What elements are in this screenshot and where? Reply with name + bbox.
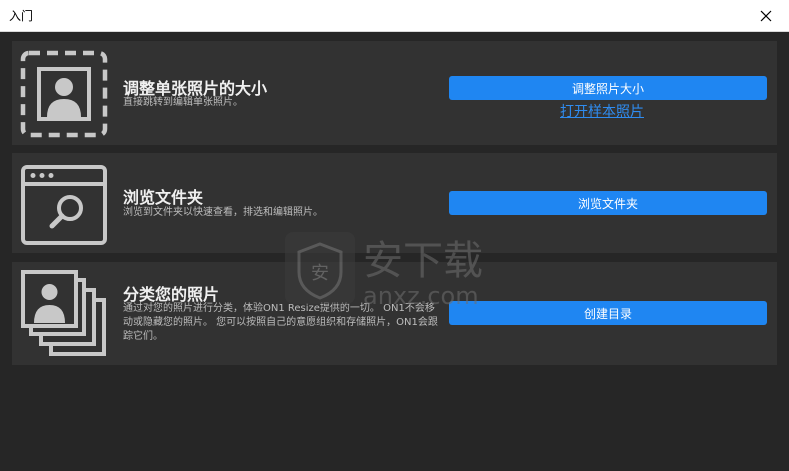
svg-text:安: 安 [311, 263, 329, 284]
watermark: 安 安下载 anxz.com [285, 232, 505, 316]
watermark-text: 安下载 [363, 238, 483, 284]
card-description: 浏览到文件夹以快速查看，排选和编辑照片。 [123, 207, 323, 218]
card-title: 浏览文件夹 [123, 188, 204, 207]
card-description: 直接跳转到编辑单张照片。 [123, 97, 243, 108]
title-bar: 入门 [0, 0, 789, 32]
watermark-subtext: anxz.com [363, 282, 479, 310]
main-content: 调整单张照片的大小 直接跳转到编辑单张照片。 调整照片大小 打开样本照片 浏览文… [0, 32, 789, 471]
card-resize-single: 调整单张照片的大小 直接跳转到编辑单张照片。 调整照片大小 打开样本照片 [12, 41, 777, 145]
photo-stack-icon [21, 270, 106, 356]
open-sample-photos-link[interactable]: 打开样本照片 [560, 101, 644, 121]
close-button[interactable] [743, 0, 789, 31]
resize-photo-button[interactable]: 调整照片大小 [449, 76, 767, 100]
shield-logo-icon: 安 安下载 anxz.com [285, 232, 483, 310]
window-title: 入门 [9, 9, 34, 23]
close-icon [760, 10, 772, 21]
single-photo-icon [20, 50, 108, 138]
browse-folder-button[interactable]: 浏览文件夹 [449, 191, 767, 215]
browser-search-icon [21, 165, 107, 245]
